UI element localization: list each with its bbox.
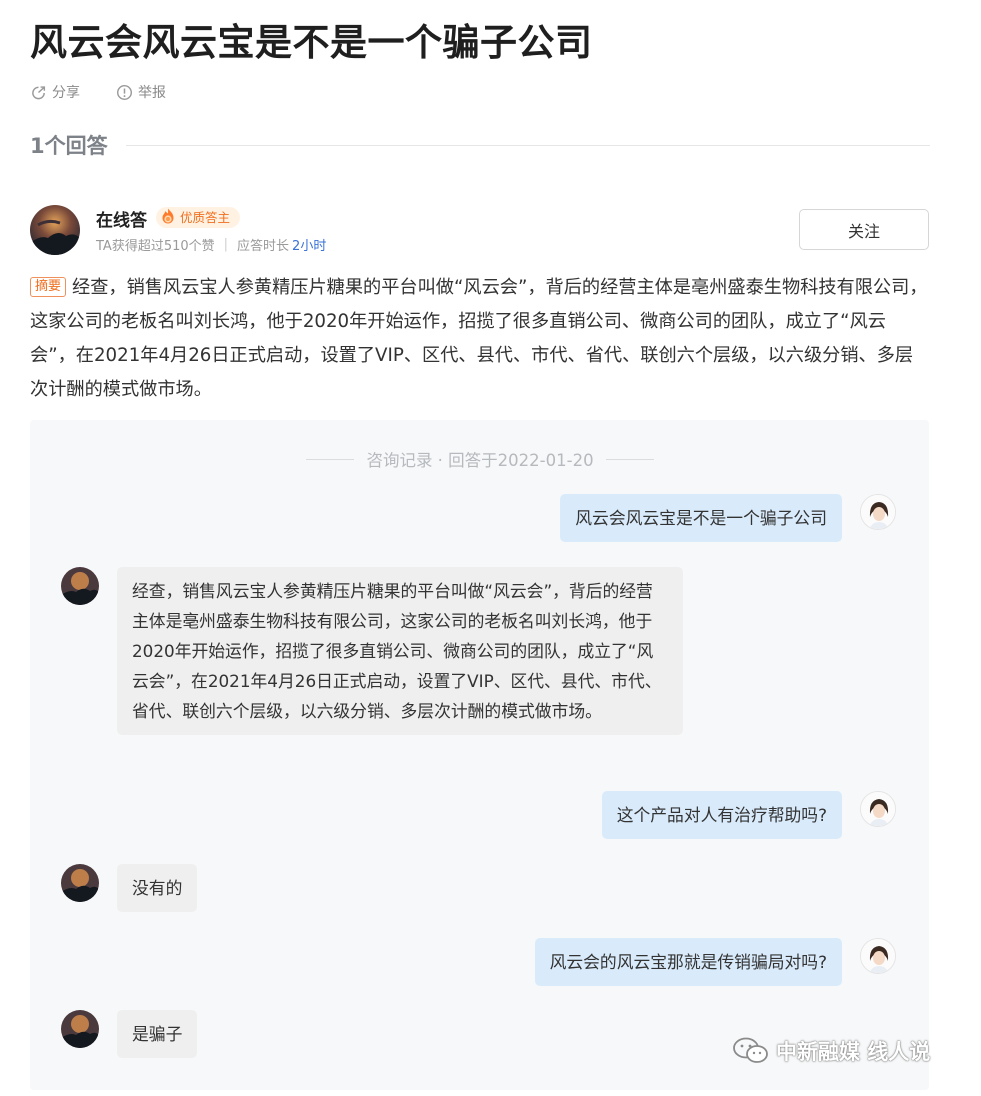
summary-text: 经查，销售风云宝人参黄精压片糖果的平台叫做“风云会”，背后的经营主体是亳州盛泰生… [30,277,928,400]
expert-avatar [61,864,99,902]
quality-badge: 优质答主 [156,207,241,228]
share-icon [32,85,46,99]
meta-separator: | [223,237,229,252]
divider [125,144,930,146]
user-message: 风云会的风云宝那就是传销骗局对吗? [534,938,842,986]
report-label: 举报 [138,85,166,101]
flame-medal-icon [162,208,174,224]
author-name[interactable]: 在线答 [96,206,147,231]
wechat-icon [733,1037,768,1063]
answer-summary: 摘要 经查，销售风云宝人参黄精压片糖果的平台叫做“风云会”，背后的经营主体是亳州盛… [30,271,930,407]
user-avatar [860,938,896,974]
author-avatar[interactable] [30,205,80,255]
user-message: 风云会风云宝是不是一个骗子公司 [560,494,842,542]
expert-message: 没有的 [117,864,198,912]
share-button[interactable]: 分享 [30,82,80,102]
record-label: 咨询记录 · 回答于2022-01-20 [366,451,594,470]
expert-avatar [61,567,99,605]
record-line-left [306,458,355,460]
response-label: 应答时长 [237,239,290,254]
expert-message: 经查，销售风云宝人参黄精压片糖果的平台叫做“风云会”，背后的经营主体是亳州盛泰生… [117,567,683,735]
likes-text: TA获得超过510个赞 [96,239,215,254]
report-button[interactable]: 举报 [116,82,166,102]
response-time: 2小时 [292,239,327,254]
author-meta: TA获得超过510个赞 | 应答时长 2小时 [96,235,326,254]
watermark-text: 中新融媒 线人说 [776,1040,931,1064]
watermark: 中新融媒 线人说 [732,1036,930,1066]
question-actions: 分享 举报 [30,82,166,102]
answers-header: 1个回答 [30,130,930,160]
user-message: 这个产品对人有治疗帮助吗? [601,791,842,839]
summary-tag: 摘要 [30,277,67,297]
expert-message: 是骗子 [117,1010,198,1058]
share-label: 分享 [52,85,80,101]
question-title: 风云会风云宝是不是一个骗子公司 [30,21,593,64]
follow-button[interactable]: 关注 [799,209,929,250]
consult-record-header: 咨询记录 · 回答于2022-01-20 [280,448,680,470]
badge-label: 优质答主 [180,210,231,225]
report-icon [116,84,133,100]
expert-avatar [61,1010,99,1048]
record-line-right [605,458,654,460]
answers-count: 1个回答 [30,134,108,158]
user-avatar [860,494,896,530]
user-avatar [860,791,896,827]
